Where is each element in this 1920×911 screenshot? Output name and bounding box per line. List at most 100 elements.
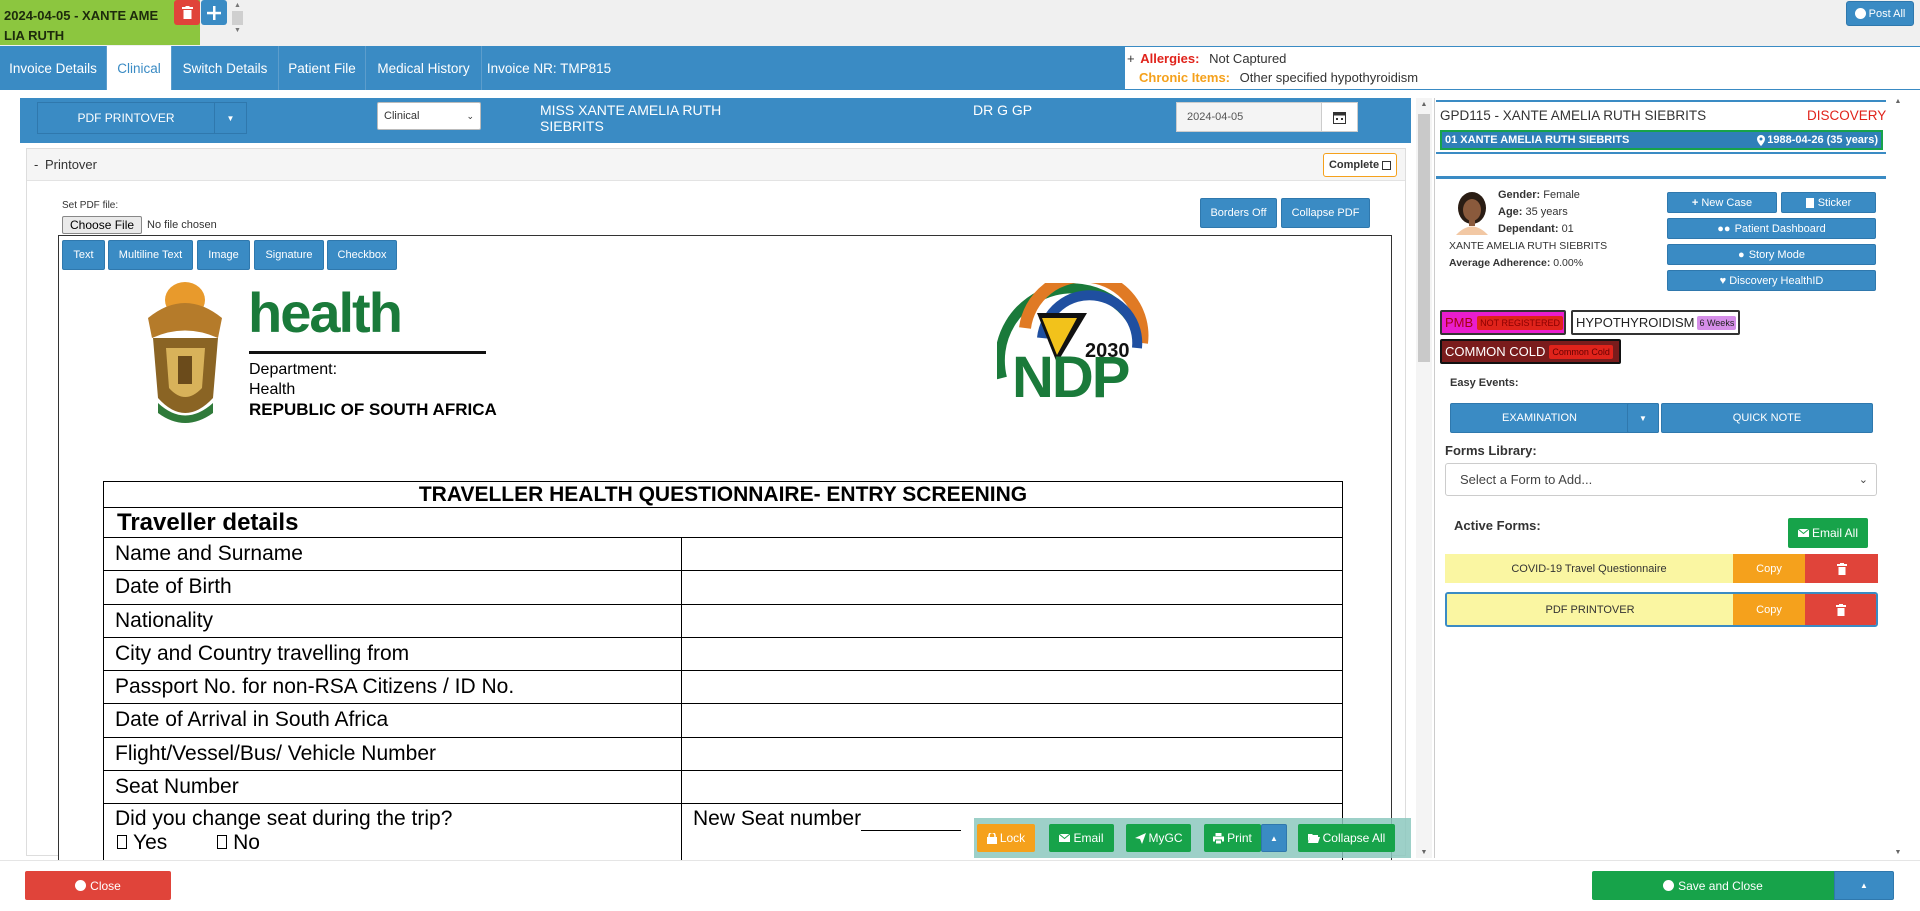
copy-form-button[interactable]: Copy	[1733, 554, 1805, 583]
active-form-item[interactable]: COVID-19 Travel Questionnaire Copy	[1445, 554, 1878, 583]
form-date-input[interactable]: 2024-04-05	[1176, 102, 1358, 132]
sticker-button[interactable]: Sticker	[1781, 192, 1876, 213]
scroll-down-icon[interactable]: ▼	[1416, 849, 1432, 856]
row-value-cell[interactable]	[682, 538, 1342, 570]
copy-form-button[interactable]: Copy	[1733, 594, 1805, 625]
patient-dashboard-button[interactable]: ●● Patient Dashboard	[1667, 218, 1876, 239]
id-card-icon	[1805, 197, 1814, 208]
post-all-button[interactable]: Post All	[1846, 1, 1914, 26]
row-value-cell[interactable]	[682, 571, 1342, 603]
tool-image-button[interactable]: Image	[197, 240, 250, 270]
no-checkbox-icon[interactable]	[217, 835, 228, 850]
delete-session-button[interactable]	[174, 0, 200, 25]
calendar-icon[interactable]	[1321, 103, 1357, 131]
tab-label: Invoice NR: TMP815	[486, 60, 612, 76]
forms-select-placeholder: Select a Form to Add...	[1460, 472, 1593, 487]
scroll-thumb[interactable]	[1418, 114, 1430, 362]
tool-checkbox-button[interactable]: Checkbox	[327, 240, 397, 270]
email-button[interactable]: Email	[1049, 824, 1114, 852]
patient-tab-line2: LIA RUTH	[4, 28, 65, 43]
tab-label: Switch Details	[182, 60, 268, 76]
row-label: Name and Surname	[104, 538, 682, 571]
scroll-up-icon[interactable]: ▲	[1891, 98, 1905, 105]
add-session-button[interactable]	[201, 0, 227, 25]
tag-name: HYPOTHYROIDISM	[1576, 315, 1695, 330]
new-case-label: New Case	[1701, 196, 1753, 209]
tab-patient-file[interactable]: Patient File	[279, 46, 366, 90]
form-type-select[interactable]: Clinical ⌄	[377, 102, 481, 130]
print-options-toggle[interactable]: ▲	[1261, 824, 1287, 852]
complete-toggle[interactable]: Complete	[1323, 153, 1397, 177]
caret-down-icon[interactable]: ▼	[214, 103, 246, 133]
tool-text-button[interactable]: Text	[62, 240, 105, 270]
row-value-cell[interactable]	[682, 638, 1342, 670]
form-select-label: PDF PRINTOVER	[77, 111, 175, 125]
forms-library-select[interactable]: Select a Form to Add... ⌄	[1445, 463, 1877, 496]
row-value-cell[interactable]	[682, 738, 1342, 770]
right-panel-scrollbar[interactable]: ▲ ▼	[1891, 98, 1905, 858]
tag-hypothyroidism[interactable]: HYPOTHYROIDISM 6 Weeks	[1571, 310, 1740, 335]
form-type-value: Clinical	[384, 110, 420, 122]
session-scrollbar[interactable]: ▲ ▼	[231, 2, 244, 42]
tool-multiline-text-button[interactable]: Multiline Text	[108, 240, 193, 270]
examination-dropdown-toggle[interactable]: ▼	[1627, 403, 1659, 433]
row-value-cell[interactable]	[682, 704, 1342, 736]
choose-file-button[interactable]: Choose File	[62, 216, 143, 234]
print-button[interactable]: Print	[1204, 824, 1261, 852]
lock-button[interactable]: Lock	[977, 824, 1035, 852]
folder-open-icon	[1307, 834, 1320, 843]
row-value-cell[interactable]	[682, 605, 1342, 637]
quick-note-label: QUICK NOTE	[1732, 412, 1802, 424]
email-all-label: Email All	[1811, 526, 1858, 540]
close-button[interactable]: Close	[25, 871, 171, 900]
scroll-up-icon[interactable]: ▲	[1416, 101, 1432, 108]
collapse-pdf-button[interactable]: Collapse PDF	[1281, 198, 1370, 228]
yes-checkbox-icon[interactable]	[117, 835, 127, 850]
main-scrollbar[interactable]: ▲ ▼	[1416, 98, 1432, 858]
tab-switch-details[interactable]: Switch Details	[172, 46, 279, 90]
story-mode-button[interactable]: ● Story Mode	[1667, 244, 1876, 265]
form-select[interactable]: PDF PRINTOVER ▼	[37, 102, 247, 134]
tab-clinical[interactable]: Clinical	[107, 46, 172, 90]
tag-common-cold[interactable]: COMMON COLD Common Cold	[1440, 339, 1621, 364]
save-and-close-button[interactable]: Save and Close	[1592, 871, 1834, 900]
tool-signature-button[interactable]: Signature	[254, 240, 324, 270]
borders-off-button[interactable]: Borders Off	[1200, 198, 1277, 228]
save-options-toggle[interactable]: ▲	[1834, 871, 1894, 900]
scroll-down-icon[interactable]: ▼	[1891, 849, 1905, 856]
checkbox-icon[interactable]	[1382, 160, 1392, 170]
row-value-cell[interactable]	[682, 771, 1342, 803]
row-value-cell[interactable]	[682, 671, 1342, 703]
patient-session-tab[interactable]: 2024-04-05 - XANTE AME LIA RUTH	[0, 0, 200, 45]
active-form-name[interactable]: PDF PRINTOVER	[1447, 594, 1733, 625]
delete-form-button[interactable]	[1805, 554, 1878, 583]
dependant-label: Dependant:	[1498, 223, 1559, 235]
plus-icon	[207, 5, 221, 20]
chevron-down-icon: ⌄	[466, 110, 474, 121]
mygc-button[interactable]: MyGC	[1126, 824, 1191, 852]
patient-full-name: XANTE AMELIA RUTH SIEBRITS	[1449, 240, 1608, 252]
choose-file-input[interactable]: Choose File No file chosen	[62, 216, 217, 234]
tab-invoice-details[interactable]: Invoice Details	[0, 46, 107, 90]
collapse-all-button[interactable]: Collapse All	[1298, 824, 1395, 852]
quick-note-button[interactable]: QUICK NOTE	[1661, 403, 1873, 433]
table-row: Nationality	[103, 603, 1343, 637]
active-form-item-selected[interactable]: PDF PRINTOVER Copy	[1445, 592, 1878, 627]
dependant-bar[interactable]: 01 XANTE AMELIA RUTH SIEBRITS 1988-04-26…	[1440, 130, 1883, 150]
row-label: Date of Birth	[104, 571, 682, 604]
tab-medical-history[interactable]: Medical History	[366, 46, 482, 90]
tab-label: Invoice Details	[9, 60, 97, 76]
printover-title[interactable]: - Printover	[34, 157, 97, 172]
email-all-button[interactable]: Email All	[1788, 518, 1868, 548]
active-form-name[interactable]: COVID-19 Travel Questionnaire	[1445, 554, 1733, 583]
new-case-button[interactable]: + New Case	[1667, 192, 1777, 213]
tag-pmb[interactable]: PMB NOT REGISTERED	[1440, 310, 1566, 335]
tag-badge: NOT REGISTERED	[1477, 315, 1564, 330]
story-mode-label: Story Mode	[1748, 248, 1805, 261]
average-adherence: Average Adherence: 0.00%	[1449, 257, 1583, 269]
lock-label: Lock	[999, 831, 1026, 845]
discovery-healthid-button[interactable]: ♥ Discovery HealthID	[1667, 270, 1876, 291]
delete-form-button[interactable]	[1805, 594, 1876, 625]
lock-icon	[986, 832, 997, 844]
send-icon	[1134, 832, 1146, 844]
